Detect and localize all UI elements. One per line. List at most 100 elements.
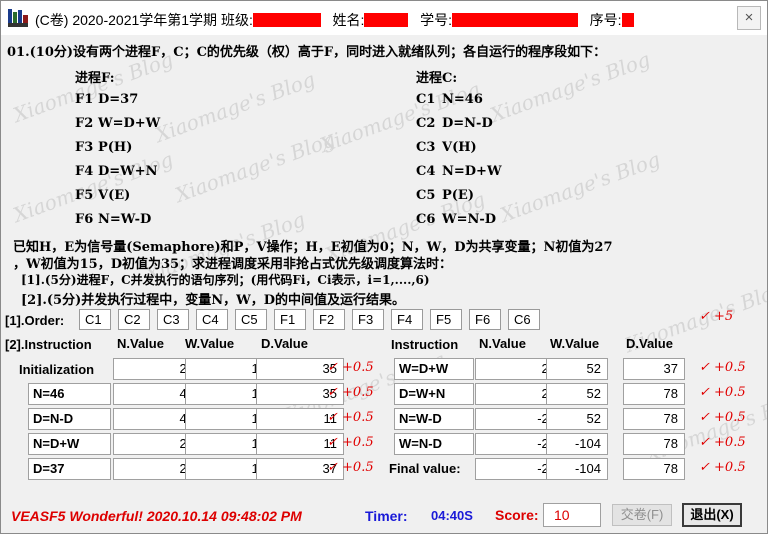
subquestion-2: [2].(5分)并发执行过程中，变量N，W，D的中间值及运行结果。 [21,293,405,308]
order-slot[interactable]: F5 [430,309,462,330]
right-instruction-header: Instruction [391,337,459,352]
process-f-stmt: W=D+W [98,116,161,131]
process-f-stmt: D=37 [98,92,139,107]
description-line-2: ，W初值为15，D初值为35；求进程调度采用非抢占式优先级调度算法时： [13,257,453,272]
row-score-mark: ✓ +0.5 [699,385,746,400]
close-button[interactable]: × [737,6,761,30]
order-slot[interactable]: C3 [157,309,189,330]
instruction-cell[interactable]: N=D+W [28,433,111,455]
process-c-stmt: P(E) [442,188,474,203]
process-f-id: F4 [75,164,94,179]
process-f-stmt: D=W+N [98,164,158,179]
class-redaction [252,13,321,27]
w-value-cell[interactable]: -104 [546,433,608,455]
status-message: VEASF5 Wonderful! 2020.10.14 09:48:02 PM [11,508,302,524]
watermark: Xiaomage's Blog [496,146,664,228]
right-col-w-header: W.Value [550,336,600,351]
process-f-title: 进程F: [75,71,115,86]
question-header: 01.(10分)设有两个进程F，C；C的优先级（权）高于F，同时进入就绪队列；各… [7,45,607,60]
instruction-cell[interactable]: D=N-D [28,408,111,430]
w-value-cell[interactable]: 52 [546,408,608,430]
order-slot[interactable]: F3 [352,309,384,330]
d-value-cell[interactable]: 37 [623,358,685,380]
instruction-cell[interactable]: N=46 [28,383,111,405]
order-slot[interactable]: F6 [469,309,501,330]
left-col-d-header: D.Value [261,336,308,351]
title-bar: (C卷) 2020-2021学年第1学期 班级: 姓名: 学号: 序号: × [1,1,767,35]
order-label: [1].Order: [5,313,65,328]
exit-button[interactable]: 退出(X) [682,503,742,527]
instruction-cell[interactable]: D=W+N [394,383,474,405]
order-score-mark: ✓ +5 [699,309,734,324]
process-c-stmt: D=N-D [442,116,493,131]
process-c-stmt: W=N-D [442,212,497,227]
order-slot[interactable]: F2 [313,309,345,330]
name-redaction [364,13,409,27]
id-label: 学号: [420,12,452,28]
w-value-cell[interactable]: 52 [546,358,608,380]
order-slot[interactable]: C1 [79,309,111,330]
d-value-cell[interactable]: 78 [623,458,685,480]
process-f-id: F6 [75,212,94,227]
w-value-cell[interactable]: 52 [546,383,608,405]
process-f-id: F2 [75,116,94,131]
process-c-id: C3 [416,140,436,155]
d-value-cell[interactable]: 78 [623,433,685,455]
right-col-n-header: N.Value [479,336,526,351]
instruction-cell: Final value: [389,461,461,476]
process-c-title: 进程C: [416,71,458,86]
process-c-id: C2 [416,116,436,131]
order-slot[interactable]: C6 [508,309,540,330]
app-icon [8,9,28,27]
process-f-stmt: V(E) [98,188,131,203]
d-value-cell[interactable]: 78 [623,408,685,430]
instruction-cell[interactable]: D=37 [28,458,111,480]
process-f-stmt: N=W-D [98,212,152,227]
instruction-cell[interactable]: W=N-D [394,433,474,455]
w-value-cell[interactable]: -104 [546,458,608,480]
seq-label: 序号: [589,12,622,28]
instruction-cell: Initialization [19,362,95,377]
left-col-n-header: N.Value [117,336,164,351]
left-col-w-header: W.Value [185,336,235,351]
seq-redaction [621,13,634,27]
row-score-mark: ✓ +0.5 [327,385,374,400]
row-score-mark: ✓ +0.5 [327,460,374,475]
process-c-stmt: N=46 [442,92,483,107]
process-f-id: F5 [75,188,94,203]
score-field: 10 [543,503,601,527]
order-slot[interactable]: C2 [118,309,150,330]
watermark: Xiaomage's Blog [171,126,339,208]
app-window: (C卷) 2020-2021学年第1学期 班级: 姓名: 学号: 序号: × X… [0,0,768,534]
name-label: 姓名: [332,12,365,28]
order-slot[interactable]: F4 [391,309,423,330]
process-c-id: C4 [416,164,436,179]
process-c-stmt: N=D+W [442,164,502,179]
process-c-id: C6 [416,212,436,227]
timer-label: Timer: [365,508,408,524]
instruction-cell[interactable]: W=D+W [394,358,474,380]
id-redaction [451,13,578,27]
row-score-mark: ✓ +0.5 [327,360,374,375]
d-value-cell[interactable]: 78 [623,383,685,405]
order-slot[interactable]: C4 [196,309,228,330]
row-score-mark: ✓ +0.5 [327,410,374,425]
right-col-d-header: D.Value [626,336,673,351]
order-slot[interactable]: F1 [274,309,306,330]
row-score-mark: ✓ +0.5 [699,360,746,375]
process-c-id: C1 [416,92,436,107]
title-prefix: (C卷) 2020-2021学年第1学期 班级: [35,12,253,28]
instruction-cell[interactable]: N=W-D [394,408,474,430]
instruction-label: [2].Instruction [5,337,92,352]
row-score-mark: ✓ +0.5 [699,460,746,475]
window-title: (C卷) 2020-2021学年第1学期 班级: 姓名: 学号: 序号: [35,10,634,30]
submit-button[interactable]: 交卷(F) [612,504,672,526]
row-score-mark: ✓ +0.5 [327,435,374,450]
watermark: Xiaomage's Blog [151,66,319,148]
process-c-stmt: V(H) [442,140,477,155]
row-score-mark: ✓ +0.5 [699,435,746,450]
process-f-id: F1 [75,92,94,107]
process-f-id: F3 [75,140,94,155]
order-slot[interactable]: C5 [235,309,267,330]
process-c-id: C5 [416,188,436,203]
